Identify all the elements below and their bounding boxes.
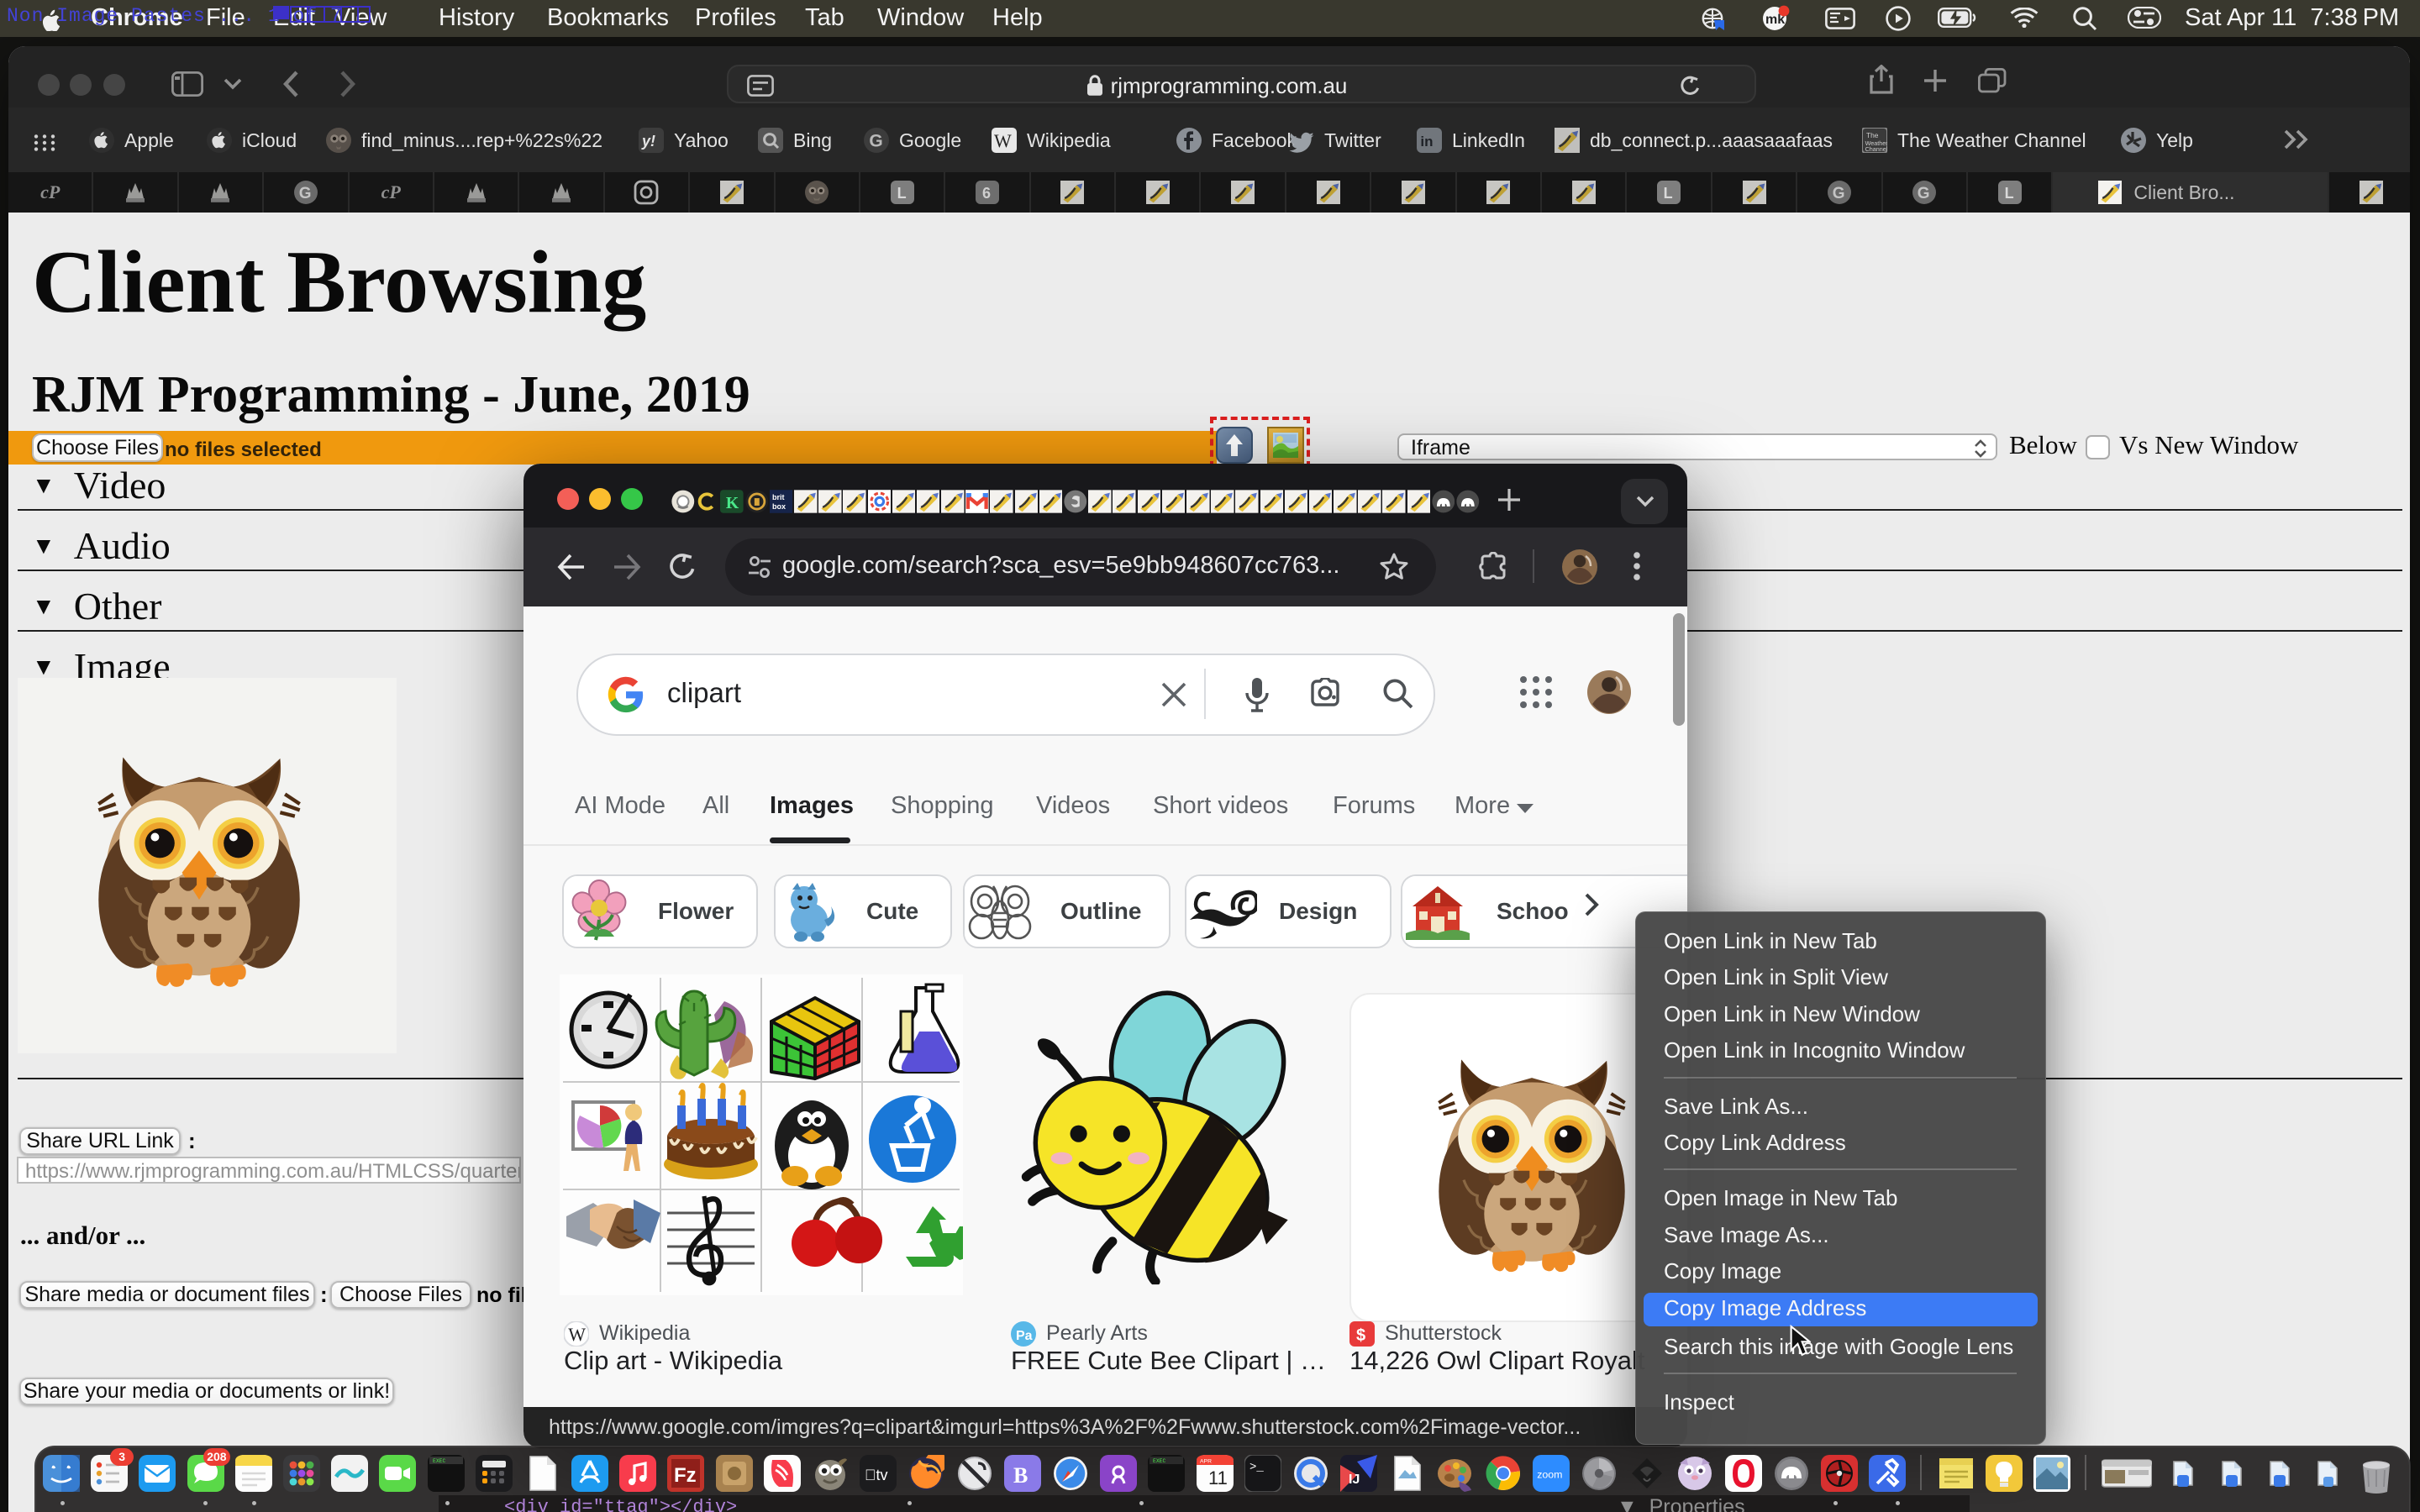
svg-text:EXEC: EXEC <box>433 1458 446 1464</box>
svg-text:G: G <box>1918 185 1930 202</box>
svg-text:box: box <box>772 502 786 511</box>
svg-text:G: G <box>869 131 882 150</box>
svg-text:Pa: Pa <box>1016 1329 1033 1343</box>
svg-text:The: The <box>1866 131 1879 139</box>
svg-text:Fz: Fz <box>674 1464 697 1487</box>
svg-text:K: K <box>726 494 739 512</box>
svg-text:W: W <box>568 1324 586 1345</box>
svg-text:IJ: IJ <box>1349 1473 1360 1487</box>
svg-text:L: L <box>1664 185 1673 202</box>
svg-text:brit: brit <box>772 493 785 501</box>
svg-text:L: L <box>2004 185 2013 202</box>
svg-text:11: 11 <box>1208 1467 1228 1488</box>
svg-text:APR: APR <box>1200 1459 1212 1465</box>
svg-text:L: L <box>897 185 906 202</box>
svg-text:G: G <box>299 185 312 202</box>
svg-text:y!: y! <box>641 133 655 150</box>
svg-text:$: $ <box>1356 1326 1365 1345</box>
svg-text:B: B <box>1013 1463 1028 1488</box>
svg-text:W: W <box>994 130 1012 151</box>
svg-text:tv: tv <box>865 1467 888 1483</box>
svg-text:in: in <box>1420 134 1433 150</box>
svg-text:>_: >_ <box>1249 1461 1264 1474</box>
svg-text:EXEC: EXEC <box>1153 1458 1166 1464</box>
svg-text:G: G <box>1833 185 1845 202</box>
svg-text:zoom: zoom <box>1537 1469 1562 1481</box>
svg-text:Channel: Channel <box>1865 145 1887 153</box>
svg-text:6: 6 <box>982 185 991 202</box>
